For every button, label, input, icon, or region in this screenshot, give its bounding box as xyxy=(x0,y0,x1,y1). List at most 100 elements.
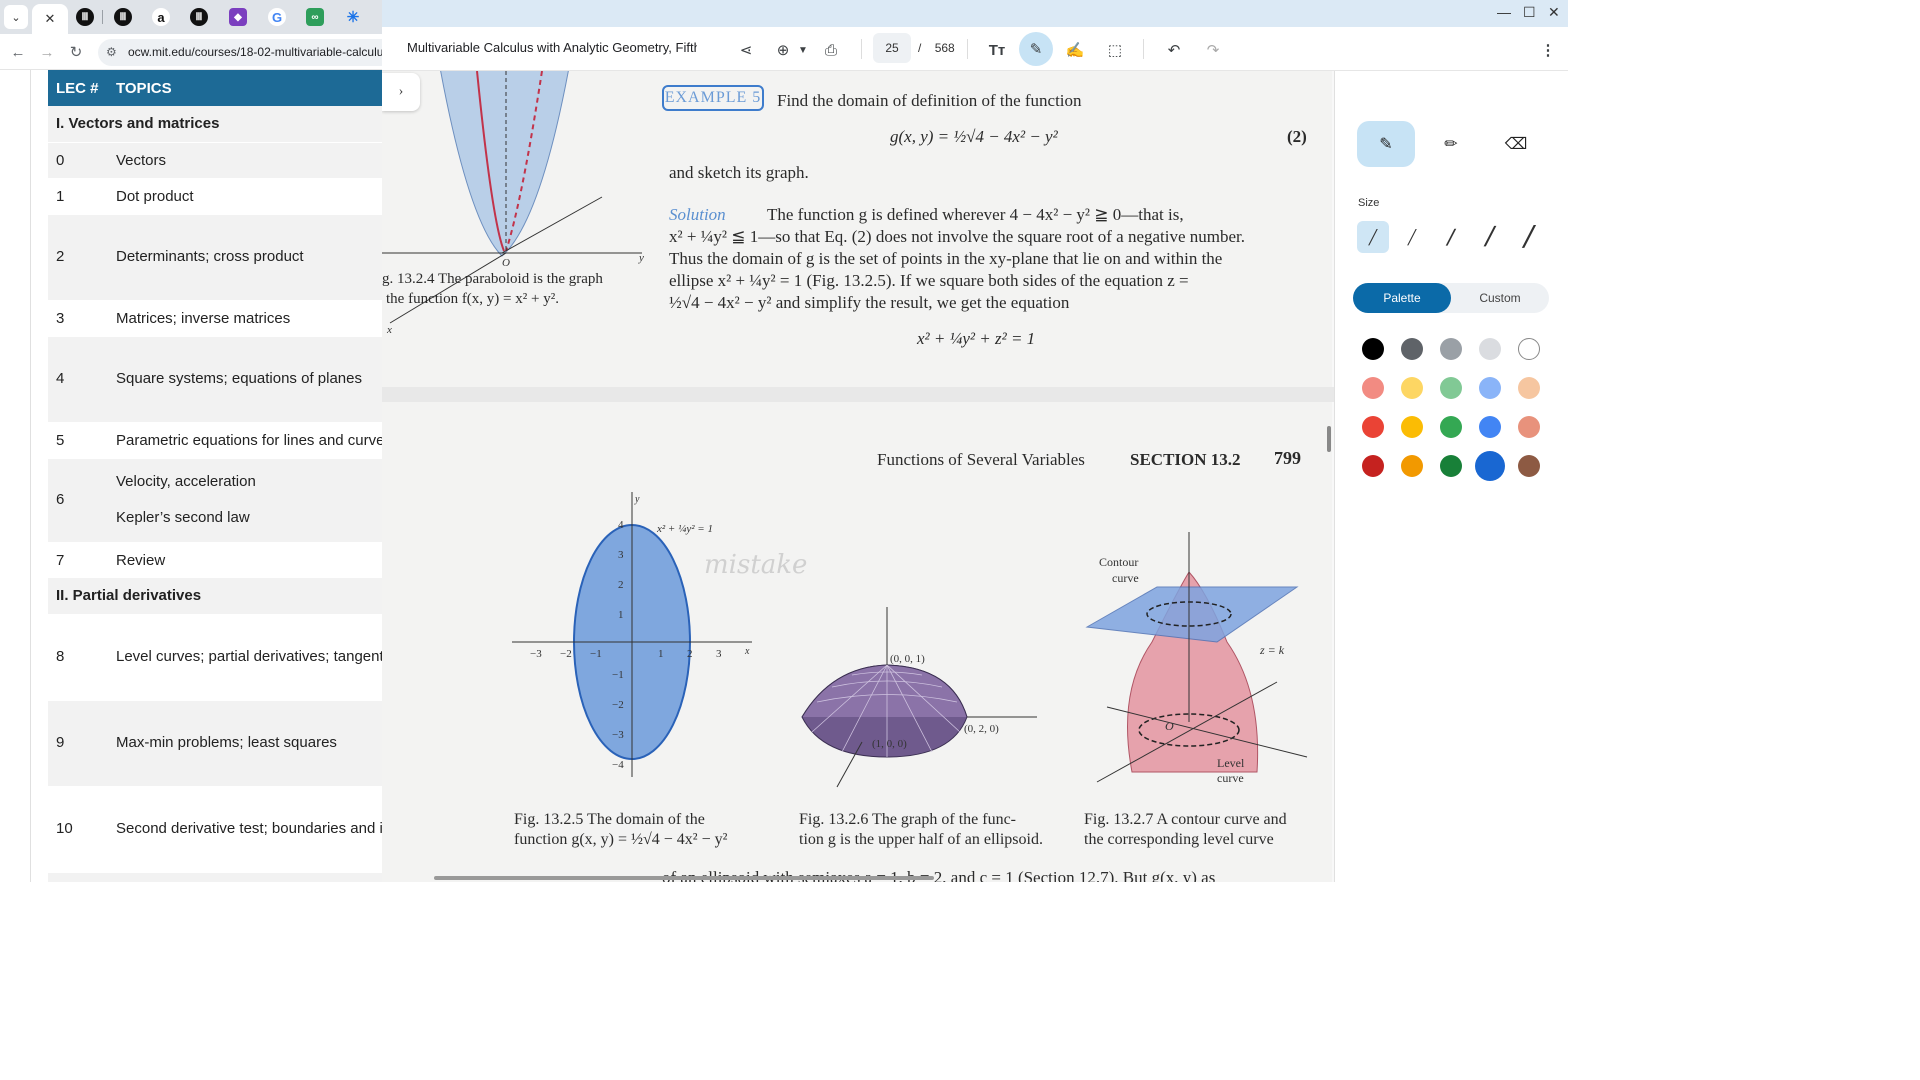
table-row: 5 Parametric equations for lines and cur… xyxy=(48,422,400,458)
color-swatch[interactable] xyxy=(1440,377,1462,399)
color-swatch[interactable] xyxy=(1362,338,1384,360)
equation-2-number: (2) xyxy=(1287,127,1307,146)
color-swatch[interactable] xyxy=(1362,416,1384,438)
color-swatch[interactable] xyxy=(1479,377,1501,399)
text-tool-icon[interactable]: Tт xyxy=(984,37,1010,63)
tab-mit-icon[interactable]: Ⅲ xyxy=(190,8,208,26)
color-swatch[interactable] xyxy=(1518,416,1540,438)
handwritten-note: mistake xyxy=(704,550,808,580)
color-swatch[interactable] xyxy=(1401,377,1423,399)
section-header: II. Partial derivatives xyxy=(48,578,400,614)
figure-caption: g. 13.2.4 The paraboloid is the graph xyxy=(382,271,603,287)
x-tick: 1 xyxy=(658,648,664,660)
color-swatch[interactable] xyxy=(1518,377,1540,399)
table-row xyxy=(48,872,400,882)
minimize-icon[interactable]: — xyxy=(1497,4,1511,20)
url-field[interactable]: ⚙ ocw.mit.edu/courses/18-02-multivariabl… xyxy=(98,39,408,66)
size-option-4[interactable]: ╱ xyxy=(1474,221,1506,253)
share-icon[interactable]: ⋖ xyxy=(733,37,759,63)
domain-ellipse-figure: y x x² + ¼y² = 1 −3 −2 −1 1 2 3 4 3 2 1 … xyxy=(512,492,752,777)
url-text: ocw.mit.edu/courses/18-02-multivariable-… xyxy=(128,45,390,59)
draw-tool-icon[interactable]: ✎ xyxy=(1019,32,1053,66)
more-options-icon[interactable]: ⋮ xyxy=(1535,37,1561,63)
pen-tool-button[interactable]: ✎ xyxy=(1357,121,1415,167)
svg-text:y: y xyxy=(638,252,644,264)
chevron-down-icon[interactable]: ▼ xyxy=(790,37,816,63)
y-tick: −1 xyxy=(612,669,624,681)
print-icon[interactable]: ⎙ xyxy=(818,37,844,63)
color-swatch[interactable] xyxy=(1518,338,1540,360)
color-swatch[interactable] xyxy=(1362,377,1384,399)
color-swatch[interactable] xyxy=(1479,338,1501,360)
tab-app-icon[interactable]: ∞ xyxy=(306,8,324,26)
site-info-icon[interactable]: ⚙ xyxy=(106,45,117,59)
close-icon[interactable]: ✕ xyxy=(1548,4,1560,21)
tab-snowflake-icon[interactable]: ✳ xyxy=(344,8,362,26)
section-title: I. Vectors and matrices xyxy=(56,115,220,132)
lec-topic: Velocity, acceleration xyxy=(116,473,256,490)
color-swatch[interactable] xyxy=(1401,338,1423,360)
page-number-input[interactable]: 25 xyxy=(873,33,911,63)
contour-label: curve xyxy=(1112,571,1139,585)
x-tick: −1 xyxy=(590,648,602,660)
tab-mit-icon[interactable]: Ⅲ xyxy=(76,8,94,26)
tab-search-button[interactable]: ⌄ xyxy=(4,5,28,29)
size-option-1[interactable]: ╱ xyxy=(1357,221,1389,253)
color-swatch[interactable] xyxy=(1440,338,1462,360)
document-title: Multivariable Calculus with Analytic Geo… xyxy=(407,40,697,55)
color-mode-toggle: Palette Custom xyxy=(1353,283,1549,313)
maximize-icon[interactable]: ☐ xyxy=(1523,4,1536,21)
color-swatch[interactable] xyxy=(1401,455,1423,477)
eraser-tool-button[interactable]: ⌫ xyxy=(1487,121,1545,167)
arrow-left-icon: ← xyxy=(10,43,26,61)
lec-num: 10 xyxy=(56,820,73,837)
tab-amazon-icon[interactable]: a xyxy=(152,8,170,26)
color-swatch[interactable] xyxy=(1440,416,1462,438)
vertical-scrollbar[interactable] xyxy=(1327,426,1331,452)
equation-3: x² + ¼y² + z² = 1 xyxy=(917,329,1036,348)
lec-topic: Parametric equations for lines and curve… xyxy=(116,432,392,449)
horizontal-scrollbar[interactable] xyxy=(434,876,934,880)
lec-topic: Second derivative test; boundaries and i… xyxy=(116,820,392,837)
lec-num: 4 xyxy=(56,370,65,387)
equation-2: g(x, y) = ½√4 − 4x² − y² xyxy=(890,127,1058,146)
tab-mit-icon[interactable]: Ⅲ xyxy=(114,8,132,26)
level-label: curve xyxy=(1217,771,1244,785)
toolbar-divider xyxy=(1143,39,1144,59)
undo-icon[interactable]: ↶ xyxy=(1161,37,1187,63)
custom-tab[interactable]: Custom xyxy=(1451,283,1549,313)
size-option-2[interactable]: ╱ xyxy=(1396,221,1428,253)
redo-icon[interactable]: ↷ xyxy=(1200,37,1226,63)
lec-topic: Vectors xyxy=(116,152,167,169)
active-tab[interactable]: ✕ xyxy=(32,4,68,34)
lec-num: 2 xyxy=(56,248,65,265)
forward-button[interactable]: → xyxy=(37,42,57,62)
solution-line: ½√4 − 4x² − y² and simplify the result, … xyxy=(669,293,1070,312)
signature-icon[interactable]: ✍ xyxy=(1062,37,1088,63)
color-swatch[interactable] xyxy=(1362,455,1384,477)
color-swatch[interactable] xyxy=(1475,451,1505,481)
sidebar-toggle-button[interactable]: › xyxy=(382,73,420,111)
table-row: 9 Max-min problems; least squares xyxy=(48,700,400,786)
color-swatch[interactable] xyxy=(1479,416,1501,438)
tab-app-icon[interactable]: ◆ xyxy=(229,8,247,26)
close-icon[interactable]: ✕ xyxy=(45,11,56,27)
color-swatch[interactable] xyxy=(1401,416,1423,438)
solution-line: Thus the domain of g is the set of point… xyxy=(669,249,1223,268)
address-bar: ← → ↻ ⚙ ocw.mit.edu/courses/18-02-multiv… xyxy=(0,34,408,70)
size-option-5[interactable]: ╱ xyxy=(1513,221,1545,253)
table-row: 2 Determinants; cross product xyxy=(48,214,400,300)
select-area-icon[interactable]: ⬚ xyxy=(1102,37,1128,63)
back-button[interactable]: ← xyxy=(8,42,28,62)
document-area[interactable]: O y x › EXAMPLE 5 Find the domain of def… xyxy=(382,71,1334,882)
color-swatch[interactable] xyxy=(1440,455,1462,477)
example-text: Find the domain of definition of the fun… xyxy=(777,91,1082,110)
tab-google-icon[interactable]: G xyxy=(268,8,286,26)
lec-topic: Max-min problems; least squares xyxy=(116,734,337,751)
palette-tab[interactable]: Palette xyxy=(1353,283,1451,313)
highlighter-tool-button[interactable]: ✏ xyxy=(1422,121,1480,167)
figure-caption: the function f(x, y) = x² + y². xyxy=(386,291,559,307)
color-swatch[interactable] xyxy=(1518,455,1540,477)
size-option-3[interactable]: ╱ xyxy=(1435,221,1467,253)
reload-button[interactable]: ↻ xyxy=(66,42,86,62)
